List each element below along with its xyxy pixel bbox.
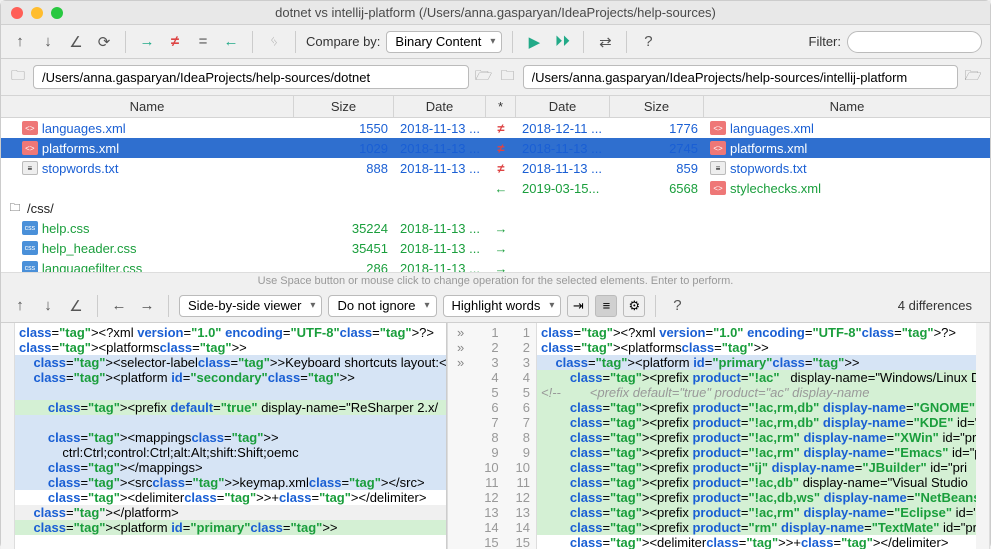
table-row[interactable]: 🗀/css/ xyxy=(1,198,990,218)
next-diff-icon[interactable]: ↓ xyxy=(37,295,59,317)
close-window-button[interactable] xyxy=(11,7,23,19)
col-name-left[interactable]: Name xyxy=(1,96,294,117)
refresh-icon[interactable]: ⟳ xyxy=(93,31,115,53)
play-icon[interactable]: ▶ xyxy=(523,31,545,53)
right-path-input[interactable] xyxy=(523,65,959,89)
prev-diff-icon[interactable]: ↑ xyxy=(9,295,31,317)
help-icon[interactable]: ? xyxy=(637,31,659,53)
main-toolbar: ↑ ↓ ∠ ⟳ → ≠ = ← ᛃ Compare by: Binary Con… xyxy=(1,25,990,59)
highlight-mode-select[interactable]: Highlight words xyxy=(443,295,562,317)
window-controls xyxy=(1,7,63,19)
settings-icon[interactable]: ⚙ xyxy=(623,295,645,317)
table-row[interactable]: ←2019-03-15...6568<>stylechecks.xml xyxy=(1,178,990,198)
tree-header: Name Size Date * Date Size Name xyxy=(1,96,990,118)
right-gutter xyxy=(976,323,990,549)
col-date-right[interactable]: Date xyxy=(516,96,610,117)
hint-text: Use Space button or mouse click to chang… xyxy=(1,272,990,289)
center-gutter: »»» 123456789101112131415 12345678910111… xyxy=(447,323,537,549)
file-tree[interactable]: <>languages.xml15502018-11-13 ...≠2018-1… xyxy=(1,118,990,272)
table-row[interactable]: <>languages.xml15502018-11-13 ...≠2018-1… xyxy=(1,118,990,138)
table-row[interactable]: <>platforms.xml10292018-11-13 ...≠2018-1… xyxy=(1,138,990,158)
col-size-left[interactable]: Size xyxy=(294,96,394,117)
help-icon[interactable]: ? xyxy=(666,295,688,317)
compare-by-select[interactable]: Binary Content xyxy=(386,31,502,53)
filter-input[interactable] xyxy=(847,31,982,53)
edit-icon[interactable]: ∠ xyxy=(65,31,87,53)
left-gutter xyxy=(1,323,15,549)
zoom-window-button[interactable] xyxy=(51,7,63,19)
folder-icon: 🗀 xyxy=(499,69,517,85)
col-name-right[interactable]: Name xyxy=(704,96,990,117)
window-title: dotnet vs intellij-platform (/Users/anna… xyxy=(1,5,990,20)
not-equal-icon[interactable]: ≠ xyxy=(164,31,186,53)
nav-back-icon[interactable]: ← xyxy=(108,295,130,317)
table-row[interactable]: csshelp.css352242018-11-13 ...→ xyxy=(1,218,990,238)
path-bar: 🗀 🗁 🗀 🗁 xyxy=(1,59,990,96)
ignore-mode-select[interactable]: Do not ignore xyxy=(328,295,436,317)
accept-right-icon[interactable]: → xyxy=(136,31,158,53)
equal-icon[interactable]: = xyxy=(192,31,214,53)
filter-label: Filter: xyxy=(809,34,842,49)
col-op[interactable]: * xyxy=(486,96,516,117)
diff-toolbar: ↑ ↓ ∠ ← → Side-by-side viewer Do not ign… xyxy=(1,289,990,323)
col-size-right[interactable]: Size xyxy=(610,96,704,117)
compare-by-label: Compare by: xyxy=(306,34,380,49)
table-row[interactable]: ≡stopwords.txt8882018-11-13 ...≠2018-11-… xyxy=(1,158,990,178)
arrow-up-icon[interactable]: ↑ xyxy=(9,31,31,53)
sync-scroll-icon[interactable]: ≡ xyxy=(595,295,617,317)
col-date-left[interactable]: Date xyxy=(394,96,486,117)
left-path-input[interactable] xyxy=(33,65,469,89)
edit-icon[interactable]: ∠ xyxy=(65,295,87,317)
browse-icon[interactable]: 🗁 xyxy=(964,69,982,85)
filter-icon[interactable]: ᛃ xyxy=(263,31,285,53)
swap-icon[interactable]: ⇄ xyxy=(594,31,616,53)
collapse-icon[interactable]: ⇥ xyxy=(567,295,589,317)
minimize-window-button[interactable] xyxy=(31,7,43,19)
table-row[interactable]: csshelp_header.css354512018-11-13 ...→ xyxy=(1,238,990,258)
titlebar: dotnet vs intellij-platform (/Users/anna… xyxy=(1,1,990,25)
diff-viewer: class="tag"><?xml version="1.0" encoding… xyxy=(1,323,990,549)
browse-icon[interactable]: 🗁 xyxy=(475,69,493,85)
viewer-mode-select[interactable]: Side-by-side viewer xyxy=(179,295,322,317)
diff-count: 4 differences xyxy=(898,298,982,313)
nav-forward-icon[interactable]: → xyxy=(136,295,158,317)
arrow-down-icon[interactable]: ↓ xyxy=(37,31,59,53)
folder-icon: 🗀 xyxy=(9,69,27,85)
right-editor[interactable]: class="tag"><?xml version="1.0" encoding… xyxy=(537,323,976,549)
table-row[interactable]: csslanguagefilter.css2862018-11-13 ...→ xyxy=(1,258,990,272)
left-editor[interactable]: class="tag"><?xml version="1.0" encoding… xyxy=(15,323,447,549)
accept-left-icon[interactable]: ← xyxy=(220,31,242,53)
play-all-icon[interactable]: ⏵⏵ xyxy=(551,31,573,53)
